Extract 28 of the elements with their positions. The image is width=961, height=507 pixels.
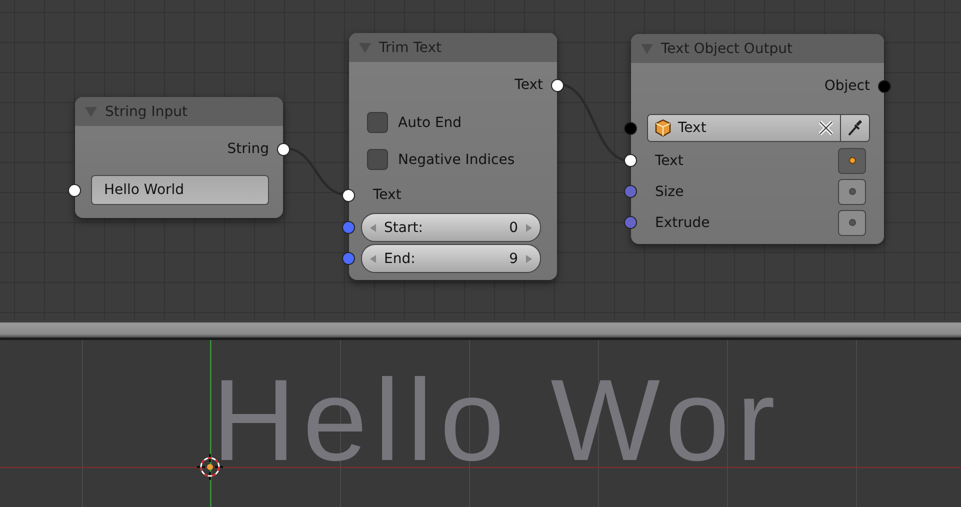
socket[interactable] bbox=[277, 142, 290, 156]
socket[interactable] bbox=[68, 184, 81, 196]
socket-label: String bbox=[227, 141, 269, 157]
socket-label: Extrude bbox=[655, 214, 710, 230]
socket-label: Text bbox=[514, 77, 543, 93]
left-arrow-icon[interactable] bbox=[370, 254, 376, 262]
socket-label: Text bbox=[655, 152, 684, 168]
text-object: Hello Wor bbox=[212, 362, 782, 478]
checkbox[interactable] bbox=[367, 149, 388, 170]
socket[interactable] bbox=[551, 78, 564, 92]
socket-label: Size bbox=[655, 184, 684, 200]
number-field[interactable]: Start: 0 bbox=[361, 213, 541, 242]
socket[interactable] bbox=[624, 154, 637, 167]
number-field[interactable]: End: 9 bbox=[361, 244, 541, 273]
checkbox-label: Auto End bbox=[398, 114, 462, 130]
right-arrow-icon[interactable] bbox=[526, 224, 532, 232]
socket[interactable] bbox=[342, 188, 355, 202]
checkbox[interactable] bbox=[367, 112, 388, 133]
toggle-button[interactable] bbox=[838, 148, 866, 174]
checkbox-label: Negative Indices bbox=[398, 152, 515, 168]
toggle-button[interactable] bbox=[838, 178, 866, 204]
string-field[interactable]: Hello World bbox=[91, 175, 269, 205]
right-arrow-icon[interactable] bbox=[526, 254, 532, 262]
socket-label: Text bbox=[373, 187, 402, 203]
socket-label: Object bbox=[824, 78, 870, 94]
toggle-button[interactable] bbox=[838, 210, 866, 236]
area-divider-bar[interactable] bbox=[0, 320, 961, 340]
left-arrow-icon[interactable] bbox=[370, 224, 376, 232]
